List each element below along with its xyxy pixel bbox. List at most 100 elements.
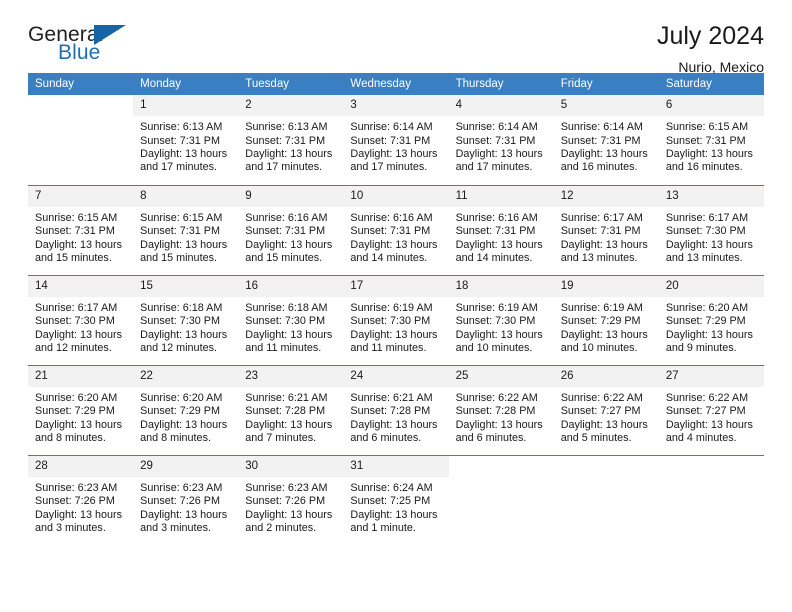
sunset-text: Sunset: 7:31 PM <box>350 225 431 238</box>
calendar-day-cell[interactable]: 24 Sunrise: 6:21 AM Sunset: 7:28 PM Dayligh… <box>343 364 449 455</box>
day-sun-info: Sunrise: 6:17 AM Sunset: 7:30 PM Daylight:… <box>659 207 764 266</box>
day-number: 27 <box>658 365 764 387</box>
sunrise-text: Sunrise: 6:24 AM <box>350 481 433 494</box>
day-cell-content: 10 Sunrise: 6:16 AM Sunset: 7:31 PM Dayligh… <box>343 185 449 275</box>
sunset-text: Sunset: 7:27 PM <box>560 405 641 418</box>
day-number: 3 <box>343 95 449 117</box>
weekday-header-tuesday: Tuesday <box>238 73 344 95</box>
calendar-day-cell[interactable]: 9 Sunrise: 6:16 AM Sunset: 7:31 PM Daylight… <box>238 184 344 275</box>
sunset-text: Sunset: 7:30 PM <box>140 315 220 328</box>
day-sun-info: Sunrise: 6:13 AM Sunset: 7:31 PM Daylight:… <box>133 116 238 175</box>
sunrise-text: Sunrise: 6:16 AM <box>455 211 538 224</box>
day-number: 20 <box>658 275 764 297</box>
day-sun-info: Sunrise: 6:15 AM Sunset: 7:31 PM Daylight:… <box>659 116 764 175</box>
day-number: 21 <box>28 365 134 387</box>
calendar-day-cell[interactable]: 28 Sunrise: 6:23 AM Sunset: 7:26 PM Dayligh… <box>28 454 134 546</box>
sunset-text: Sunset: 7:26 PM <box>140 495 220 508</box>
calendar-day-cell[interactable]: 1 Sunrise: 6:13 AM Sunset: 7:31 PM Daylight… <box>133 95 239 185</box>
calendar-day-cell[interactable]: 27 Sunrise: 6:22 AM Sunset: 7:27 PM Dayligh… <box>658 364 764 455</box>
calendar-day-cell[interactable]: 19 Sunrise: 6:19 AM Sunset: 7:29 PM Dayligh… <box>553 274 659 365</box>
sunrise-text: Sunrise: 6:15 AM <box>140 211 223 224</box>
sunset-text: Sunset: 7:31 PM <box>350 134 431 147</box>
daylight-text: Daylight: 13 hours and 14 minutes. <box>350 238 438 264</box>
calendar-day-cell[interactable]: 3 Sunrise: 6:14 AM Sunset: 7:31 PM Daylight… <box>343 95 449 185</box>
sunset-text: Sunset: 7:25 PM <box>350 495 431 508</box>
day-number: 5 <box>553 95 659 117</box>
day-cell-content: 23 Sunrise: 6:21 AM Sunset: 7:28 PM Dayligh… <box>238 365 344 455</box>
sunset-text: Sunset: 7:30 PM <box>245 315 326 328</box>
calendar-day-cell[interactable]: 21 Sunrise: 6:20 AM Sunset: 7:29 PM Dayligh… <box>28 364 134 455</box>
sunset-text: Sunset: 7:30 PM <box>350 315 431 328</box>
calendar-day-cell[interactable]: 30 Sunrise: 6:23 AM Sunset: 7:26 PM Dayligh… <box>238 454 344 545</box>
calendar-day-cell[interactable]: 4 Sunrise: 6:14 AM Sunset: 7:31 PM Daylight… <box>448 95 554 185</box>
calendar-day-cell[interactable]: 22 Sunrise: 6:20 AM Sunset: 7:29 PM Dayligh… <box>133 364 239 455</box>
daylight-text: Daylight: 13 hours and 17 minutes. <box>140 148 228 174</box>
calendar-day-cell[interactable]: 31 Sunrise: 6:24 AM Sunset: 7:25 PM Dayligh… <box>343 454 449 545</box>
general-blue-logo[interactable]: General Blue <box>28 22 138 68</box>
daylight-text: Daylight: 13 hours and 3 minutes. <box>140 508 228 534</box>
day-sun-info: Sunrise: 6:14 AM Sunset: 7:31 PM Daylight:… <box>343 116 448 175</box>
day-sun-info: Sunrise: 6:15 AM Sunset: 7:31 PM Daylight:… <box>133 207 238 266</box>
calendar-day-cell[interactable]: 25 Sunrise: 6:22 AM Sunset: 7:28 PM Dayligh… <box>448 364 554 455</box>
sunset-text: Sunset: 7:31 PM <box>455 134 536 147</box>
day-number: 15 <box>133 275 239 297</box>
day-number: 24 <box>343 365 449 387</box>
daylight-text: Daylight: 13 hours and 14 minutes. <box>455 238 543 264</box>
calendar-week-row: 21 Sunrise: 6:20 AM Sunset: 7:29 PM Dayligh… <box>28 364 764 455</box>
sunset-text: Sunset: 7:29 PM <box>560 315 641 328</box>
calendar-day-cell[interactable]: 23 Sunrise: 6:21 AM Sunset: 7:28 PM Dayligh… <box>238 364 344 455</box>
calendar-day-cell[interactable]: 29 Sunrise: 6:23 AM Sunset: 7:26 PM Dayligh… <box>133 454 239 546</box>
calendar-day-cell[interactable]: 20 Sunrise: 6:20 AM Sunset: 7:29 PM Dayligh… <box>658 274 764 365</box>
calendar-day-cell[interactable]: 2 Sunrise: 6:13 AM Sunset: 7:31 PM Daylight… <box>238 95 344 185</box>
day-number: 28 <box>28 455 134 477</box>
sunrise-text: Sunrise: 6:19 AM <box>560 301 643 314</box>
calendar-day-cell[interactable]: 17 Sunrise: 6:19 AM Sunset: 7:30 PM Dayligh… <box>343 274 449 365</box>
daylight-text: Daylight: 13 hours and 17 minutes. <box>350 148 438 174</box>
day-sun-info: Sunrise: 6:13 AM Sunset: 7:31 PM Daylight:… <box>238 116 343 175</box>
sunrise-text: Sunrise: 6:22 AM <box>665 391 749 404</box>
calendar-page: General Blue July 2024 Nurio, Mexico Sun… <box>0 0 792 612</box>
daylight-text: Daylight: 13 hours and 15 minutes. <box>35 238 123 264</box>
day-cell-content: 29 Sunrise: 6:23 AM Sunset: 7:26 PM Dayligh… <box>133 455 239 546</box>
daylight-text: Daylight: 13 hours and 12 minutes. <box>140 328 228 354</box>
day-sun-info: Sunrise: 6:19 AM Sunset: 7:29 PM Daylight:… <box>554 297 659 356</box>
calendar-day-cell[interactable]: 11 Sunrise: 6:16 AM Sunset: 7:31 PM Dayligh… <box>448 184 554 275</box>
calendar-week-row: 14 Sunrise: 6:17 AM Sunset: 7:30 PM Dayligh… <box>28 274 764 365</box>
sunset-text: Sunset: 7:31 PM <box>35 225 115 238</box>
calendar-day-cell[interactable]: 6 Sunrise: 6:15 AM Sunset: 7:31 PM Daylight… <box>658 95 764 185</box>
day-cell-content: 26 Sunrise: 6:22 AM Sunset: 7:27 PM Dayligh… <box>553 365 659 455</box>
calendar-day-cell[interactable]: 7 Sunrise: 6:15 AM Sunset: 7:31 PM Daylight… <box>28 184 134 275</box>
calendar-day-cell[interactable]: 26 Sunrise: 6:22 AM Sunset: 7:27 PM Dayligh… <box>553 364 659 455</box>
day-cell-content: 28 Sunrise: 6:23 AM Sunset: 7:26 PM Dayligh… <box>28 455 134 546</box>
weekday-header-sunday: Sunday <box>28 73 134 95</box>
sunrise-text: Sunrise: 6:13 AM <box>140 121 223 134</box>
calendar-day-cell[interactable]: 18 Sunrise: 6:19 AM Sunset: 7:30 PM Dayligh… <box>448 274 554 365</box>
calendar-day-cell[interactable]: 8 Sunrise: 6:15 AM Sunset: 7:31 PM Daylight… <box>133 184 239 275</box>
daylight-text: Daylight: 13 hours and 13 minutes. <box>560 238 648 264</box>
calendar-day-cell[interactable]: 14 Sunrise: 6:17 AM Sunset: 7:30 PM Dayligh… <box>28 274 134 365</box>
day-sun-info: Sunrise: 6:18 AM Sunset: 7:30 PM Daylight:… <box>238 297 343 356</box>
day-sun-info: Sunrise: 6:16 AM Sunset: 7:31 PM Daylight:… <box>238 207 343 266</box>
calendar-body: 1 Sunrise: 6:13 AM Sunset: 7:31 PM Daylight… <box>28 95 764 545</box>
sunset-text: Sunset: 7:31 PM <box>245 134 326 147</box>
calendar-day-cell[interactable]: 10 Sunrise: 6:16 AM Sunset: 7:31 PM Dayligh… <box>343 184 449 275</box>
sunrise-text: Sunrise: 6:21 AM <box>245 391 328 404</box>
day-cell-content: 7 Sunrise: 6:15 AM Sunset: 7:31 PM Daylight… <box>28 185 134 275</box>
daylight-text: Daylight: 13 hours and 5 minutes. <box>560 418 648 444</box>
weekday-header-monday: Monday <box>133 73 239 95</box>
calendar-day-cell[interactable]: 5 Sunrise: 6:14 AM Sunset: 7:31 PM Daylight… <box>553 95 659 185</box>
day-sun-info: Sunrise: 6:17 AM Sunset: 7:31 PM Daylight:… <box>554 207 659 266</box>
calendar-day-cell[interactable]: 12 Sunrise: 6:17 AM Sunset: 7:31 PM Dayligh… <box>553 184 659 275</box>
weekday-header-wednesday: Wednesday <box>343 73 449 95</box>
calendar-day-cell[interactable]: 16 Sunrise: 6:18 AM Sunset: 7:30 PM Dayligh… <box>238 274 344 365</box>
day-sun-info: Sunrise: 6:22 AM Sunset: 7:27 PM Daylight:… <box>659 387 764 446</box>
calendar-week-row: 1 Sunrise: 6:13 AM Sunset: 7:31 PM Daylight… <box>28 95 764 185</box>
day-sun-info: Sunrise: 6:16 AM Sunset: 7:31 PM Daylight:… <box>343 207 448 266</box>
day-sun-info: Sunrise: 6:20 AM Sunset: 7:29 PM Daylight:… <box>659 297 764 356</box>
day-number: 6 <box>658 95 764 117</box>
calendar-day-cell[interactable]: 13 Sunrise: 6:17 AM Sunset: 7:30 PM Dayligh… <box>658 184 764 275</box>
location-label: Nurio, Mexico <box>678 58 764 75</box>
calendar-day-cell[interactable]: 15 Sunrise: 6:18 AM Sunset: 7:30 PM Dayligh… <box>133 274 239 365</box>
day-sun-info: Sunrise: 6:24 AM Sunset: 7:25 PM Daylight:… <box>343 477 448 536</box>
daylight-text: Daylight: 13 hours and 11 minutes. <box>245 328 333 354</box>
